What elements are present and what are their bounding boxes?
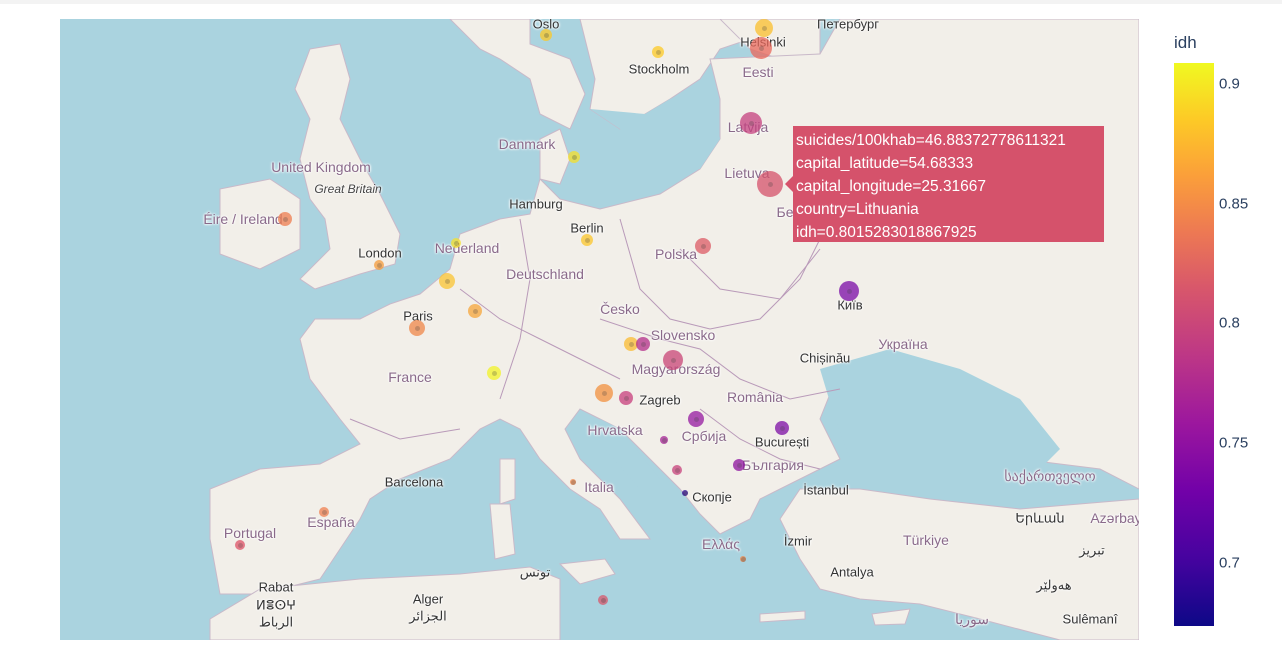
- map-label: Hrvatska: [587, 422, 643, 438]
- map-label: Great Britain: [314, 182, 382, 196]
- map-label: Italia: [584, 479, 614, 495]
- map-label: Hamburg: [509, 196, 563, 212]
- map-label: ھەولێر: [1036, 577, 1072, 593]
- map-label: Polska: [654, 246, 698, 262]
- bubble-slovenia[interactable]: [595, 384, 613, 402]
- map-label: Antalya: [830, 564, 874, 580]
- map-label: France: [388, 369, 432, 385]
- map-label: Երևան: [1015, 510, 1065, 526]
- bubble-portugal[interactable]: [235, 540, 245, 550]
- bubble-greece[interactable]: [740, 556, 746, 562]
- top-border: [0, 0, 1282, 4]
- map-label: Barcelona: [384, 474, 444, 490]
- map-label: Česko: [600, 301, 640, 317]
- map-label: Ελλάς: [702, 536, 740, 552]
- bubble-denmark[interactable]: [568, 151, 580, 163]
- bubble-bosnia[interactable]: [660, 436, 668, 444]
- colorbar: [1174, 63, 1214, 626]
- bubble-united-kingdom[interactable]: [374, 260, 384, 270]
- hover-tooltip: suicides/100khab=46.88372778611321 capit…: [785, 126, 1104, 242]
- colorbar-tick: 0.8: [1219, 314, 1240, 332]
- bubble-germany[interactable]: [581, 234, 593, 246]
- colorbar-title: idh: [1174, 33, 1197, 52]
- bubble-france[interactable]: [409, 320, 425, 336]
- bubble-malta[interactable]: [598, 595, 608, 605]
- map-label: İzmir: [783, 533, 813, 549]
- bubble-bulgaria[interactable]: [733, 459, 745, 471]
- map-label: Danmark: [498, 136, 556, 152]
- map-label: Alger: [412, 591, 444, 607]
- bubble-sweden[interactable]: [652, 46, 664, 58]
- bubble-croatia[interactable]: [619, 391, 633, 405]
- map-label: România: [726, 389, 784, 405]
- bubble-ukraine[interactable]: [839, 281, 859, 301]
- map-label: España: [307, 514, 355, 530]
- map-label: سوريا: [955, 611, 989, 627]
- bubble-montenegro[interactable]: [672, 465, 682, 475]
- basemap: [209, 19, 1139, 640]
- map-label: United Kingdom: [271, 159, 371, 175]
- tooltip-longitude: capital_longitude=25.31667: [796, 178, 987, 195]
- map-label: تونس: [519, 564, 551, 580]
- map-label: Nederland: [434, 240, 500, 256]
- map-label: Rabat: [258, 579, 294, 595]
- bubble-estonia[interactable]: [750, 37, 772, 59]
- bubble-lithuania[interactable]: [757, 171, 783, 197]
- colorbar-tick: 0.7: [1219, 554, 1240, 572]
- bubble-slovakia[interactable]: [636, 337, 650, 351]
- map-label: България: [742, 457, 804, 473]
- bubble-serbia[interactable]: [688, 411, 704, 427]
- bubble-luxembourg[interactable]: [468, 304, 482, 318]
- map-label: Скопје: [692, 489, 732, 505]
- bubble-italy[interactable]: [570, 479, 576, 485]
- tooltip-country: country=Lithuania: [796, 201, 919, 218]
- map-label: Berlin: [570, 220, 604, 236]
- map-label: Portugal: [223, 525, 277, 541]
- map-label: London: [358, 245, 402, 261]
- map-label: Sulêmanî: [1062, 611, 1118, 627]
- map-label: Бе: [776, 204, 794, 220]
- map-canvas[interactable]: OsloHelsinkiПетербургStockholmEestiLatvi…: [60, 19, 1139, 640]
- bubble-norway[interactable]: [540, 29, 552, 41]
- map-label: საქართველო: [1004, 468, 1096, 484]
- map-label: Україна: [878, 336, 928, 352]
- map-label: Deutschland: [506, 266, 584, 282]
- bubble-netherlands[interactable]: [451, 238, 461, 248]
- colorbar-tick: 0.9: [1219, 75, 1240, 93]
- map-label: تبريز: [1079, 542, 1105, 558]
- bubble-romania[interactable]: [775, 421, 789, 435]
- map-label: Türkiye: [903, 532, 949, 548]
- bubble-latvia[interactable]: [740, 112, 762, 134]
- map-label: الجزائر: [409, 608, 447, 624]
- map-label: Србија: [681, 428, 727, 444]
- bubble-poland[interactable]: [695, 238, 711, 254]
- map-label: București: [754, 434, 810, 450]
- map-label: ⵍⴻⵙⵖ: [256, 597, 296, 613]
- map-label: Chișinău: [799, 350, 851, 366]
- tooltip-idh: idh=0.8015283018867925: [796, 224, 977, 241]
- map-label: Éire / Ireland: [203, 211, 283, 227]
- tooltip-suicides: suicides/100khab=46.88372778611321: [796, 132, 1066, 149]
- colorbar-tick: 0.85: [1219, 195, 1249, 213]
- bubble-finland[interactable]: [755, 19, 773, 37]
- map-label: الرباط: [258, 614, 294, 630]
- tooltip-latitude: capital_latitude=54.68333: [796, 155, 974, 172]
- bubble-belgium[interactable]: [439, 273, 455, 289]
- map-label: Stockholm: [628, 61, 690, 77]
- map-label: Azərbay: [1090, 510, 1139, 526]
- bubble-albania[interactable]: [682, 490, 688, 496]
- map-label: İstanbul: [803, 482, 849, 498]
- bubble-switzerland[interactable]: [487, 366, 501, 380]
- colorbar-tick: 0.75: [1219, 434, 1249, 452]
- map-label: Петербург: [817, 19, 879, 32]
- bubble-hungary[interactable]: [663, 350, 683, 370]
- map-label: Zagreb: [639, 392, 681, 408]
- map-label: Slovensko: [650, 327, 716, 343]
- map-label: Eesti: [742, 64, 774, 80]
- bubble-ireland[interactable]: [278, 212, 292, 226]
- bubble-spain[interactable]: [319, 507, 329, 517]
